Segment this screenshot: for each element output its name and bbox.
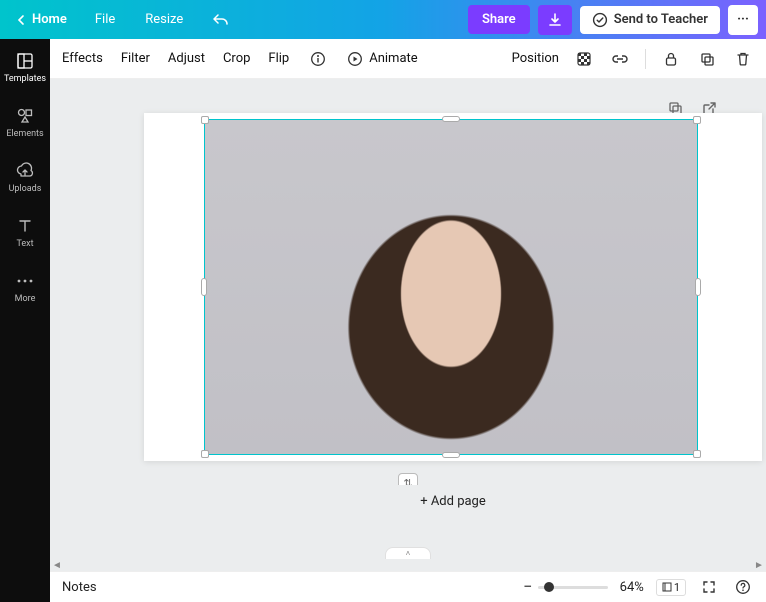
sidebar-item-elements[interactable]: Elements bbox=[0, 104, 50, 141]
selected-image[interactable] bbox=[204, 119, 698, 455]
fullscreen-icon bbox=[702, 580, 716, 594]
page-list-icon bbox=[662, 582, 672, 592]
sidebar-item-templates[interactable]: Templates bbox=[0, 49, 50, 86]
resize-handle-tl[interactable] bbox=[201, 116, 209, 124]
transparency-icon bbox=[576, 51, 592, 67]
collapse-pages-handle[interactable]: ˄ bbox=[385, 547, 431, 559]
file-label: File bbox=[95, 12, 115, 27]
scroll-right-arrow[interactable]: ► bbox=[752, 559, 766, 571]
chevron-left-icon bbox=[16, 14, 28, 26]
animate-label: Animate bbox=[369, 51, 417, 66]
notes-button[interactable]: Notes bbox=[62, 580, 97, 595]
download-button[interactable] bbox=[538, 5, 572, 35]
resize-handle-b[interactable] bbox=[442, 452, 460, 458]
crop-button[interactable]: Crop bbox=[223, 51, 250, 66]
transparency-button[interactable] bbox=[573, 48, 595, 70]
resize-handle-br[interactable] bbox=[693, 450, 701, 458]
resize-handle-tr[interactable] bbox=[693, 116, 701, 124]
add-page-button[interactable]: + Add page bbox=[144, 485, 762, 517]
more-icon bbox=[15, 271, 35, 291]
help-button[interactable] bbox=[732, 576, 754, 598]
uploads-icon bbox=[15, 161, 35, 181]
position-button[interactable]: Position bbox=[512, 51, 559, 66]
sidebar-label: Uploads bbox=[9, 184, 42, 194]
resize-handle-t[interactable] bbox=[442, 116, 460, 122]
delete-button[interactable] bbox=[732, 48, 754, 70]
sidebar-label: More bbox=[15, 294, 36, 304]
resize-handle-l[interactable] bbox=[201, 278, 207, 296]
send-to-teacher-button[interactable]: Send to Teacher bbox=[580, 6, 720, 34]
link-button[interactable] bbox=[609, 48, 631, 70]
file-menu[interactable]: File bbox=[85, 6, 125, 33]
header-right: Share Send to Teacher ··· bbox=[468, 5, 766, 35]
zoom-percent[interactable]: 64% bbox=[620, 580, 644, 595]
lock-icon bbox=[664, 51, 678, 67]
undo-button[interactable] bbox=[203, 7, 239, 33]
more-menu-button[interactable]: ··· bbox=[728, 5, 758, 35]
info-icon bbox=[310, 51, 326, 67]
portrait-image bbox=[205, 120, 697, 454]
footer-bar: Notes – 64% 1 bbox=[50, 571, 766, 602]
share-label: Share bbox=[482, 12, 516, 27]
chevron-up-icon: ˄ bbox=[406, 549, 411, 558]
body-row: Templates Elements Uploads Text More Eff… bbox=[0, 39, 766, 602]
sidebar-item-uploads[interactable]: Uploads bbox=[0, 159, 50, 196]
link-icon bbox=[611, 51, 629, 67]
scroll-left-arrow[interactable]: ◄ bbox=[50, 559, 64, 571]
zoom-track[interactable] bbox=[538, 586, 608, 589]
templates-icon bbox=[15, 51, 35, 71]
fullscreen-button[interactable] bbox=[698, 576, 720, 598]
home-label: Home bbox=[32, 12, 67, 27]
duplicate-icon bbox=[699, 51, 715, 67]
download-icon bbox=[547, 12, 563, 28]
add-page-label: + Add page bbox=[420, 494, 486, 509]
sidebar-item-more[interactable]: More bbox=[0, 269, 50, 306]
sidebar-label: Templates bbox=[4, 74, 46, 84]
undo-icon bbox=[213, 13, 229, 27]
context-toolbar: Effects Filter Adjust Crop Flip Animate … bbox=[50, 39, 766, 79]
left-sidebar: Templates Elements Uploads Text More bbox=[0, 39, 50, 602]
main-area: Effects Filter Adjust Crop Flip Animate … bbox=[50, 39, 766, 602]
trash-icon bbox=[736, 51, 750, 67]
resize-label: Resize bbox=[145, 12, 183, 27]
info-button[interactable] bbox=[307, 48, 329, 70]
sidebar-label: Text bbox=[16, 239, 33, 249]
check-circle-icon bbox=[592, 12, 608, 28]
animate-icon bbox=[347, 51, 363, 67]
text-icon bbox=[15, 216, 35, 236]
page-canvas[interactable] bbox=[144, 113, 762, 461]
scroll-track[interactable] bbox=[64, 560, 752, 570]
canvas-area[interactable]: ⇅ + Add page ˄ ◄ ► bbox=[50, 79, 766, 571]
horizontal-scrollbar[interactable]: ◄ ► bbox=[50, 559, 766, 571]
filter-button[interactable]: Filter bbox=[121, 51, 150, 66]
share-button[interactable]: Share bbox=[468, 5, 530, 34]
header-left: Home File Resize bbox=[0, 6, 239, 33]
sidebar-item-text[interactable]: Text bbox=[0, 214, 50, 251]
zoom-out-icon: – bbox=[523, 580, 531, 595]
home-button[interactable]: Home bbox=[8, 8, 75, 31]
context-right: Position bbox=[512, 48, 754, 70]
context-left: Effects Filter Adjust Crop Flip Animate bbox=[62, 48, 418, 70]
effects-button[interactable]: Effects bbox=[62, 51, 103, 66]
duplicate-button[interactable] bbox=[696, 48, 718, 70]
page-number-label: 1 bbox=[674, 581, 680, 594]
resize-handle-r[interactable] bbox=[695, 278, 701, 296]
zoom-thumb[interactable] bbox=[544, 582, 554, 592]
divider bbox=[645, 49, 646, 69]
more-horizontal-icon: ··· bbox=[737, 12, 749, 27]
help-icon bbox=[735, 579, 751, 595]
footer-right: – 64% 1 bbox=[523, 576, 754, 598]
adjust-button[interactable]: Adjust bbox=[168, 51, 205, 66]
send-label: Send to Teacher bbox=[614, 12, 708, 27]
resize-handle-bl[interactable] bbox=[201, 450, 209, 458]
resize-menu[interactable]: Resize bbox=[135, 6, 193, 33]
elements-icon bbox=[15, 106, 35, 126]
zoom-slider[interactable]: – bbox=[523, 580, 607, 595]
page-list-button[interactable]: 1 bbox=[656, 579, 686, 596]
flip-button[interactable]: Flip bbox=[268, 51, 289, 66]
animate-button[interactable]: Animate bbox=[347, 51, 417, 67]
top-header: Home File Resize Share Send to Teacher ·… bbox=[0, 0, 766, 39]
sidebar-label: Elements bbox=[6, 129, 43, 139]
lock-button[interactable] bbox=[660, 48, 682, 70]
